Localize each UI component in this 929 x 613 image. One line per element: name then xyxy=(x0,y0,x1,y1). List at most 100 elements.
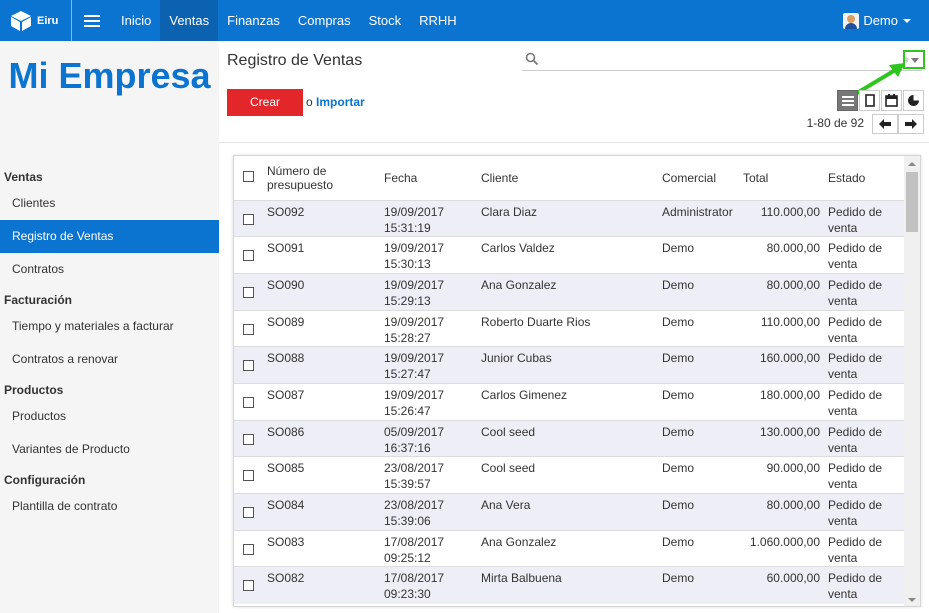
cell-total: 110.000,00 xyxy=(739,309,824,347)
graph-view-button[interactable] xyxy=(903,90,924,111)
cell-salesperson: Demo xyxy=(658,529,739,567)
sidebar-item[interactable]: Productos xyxy=(0,400,219,433)
view-switcher xyxy=(836,90,924,111)
column-header-salesperson[interactable]: Comercial xyxy=(658,156,739,200)
nav-item-rrhh[interactable]: RRHH xyxy=(410,0,466,41)
scroll-down-icon[interactable] xyxy=(908,598,916,602)
create-button[interactable]: Crear xyxy=(227,89,303,116)
nav-item-stock[interactable]: Stock xyxy=(360,0,411,41)
cell-number: SO086 xyxy=(263,419,380,457)
previous-page-button[interactable] xyxy=(872,114,898,134)
menu-toggle-icon[interactable] xyxy=(72,0,112,41)
column-header-status[interactable]: Estado xyxy=(824,156,904,200)
scroll-up-icon[interactable] xyxy=(908,162,916,166)
cell-total: 1.060.000,00 xyxy=(739,529,824,567)
scrollbar-thumb[interactable] xyxy=(906,172,918,232)
table-row[interactable]: SO089 19/09/2017 15:28:27 Roberto Duarte R… xyxy=(234,309,904,347)
cell-date: 17/08/2017 09:23:30 xyxy=(380,566,477,604)
cell-salesperson: Demo xyxy=(658,309,739,347)
next-page-button[interactable] xyxy=(898,114,924,134)
table-row[interactable]: SO088 19/09/2017 15:27:47 Junior Cubas Demo… xyxy=(234,346,904,384)
cell-client: Mirta Balbuena xyxy=(477,566,658,604)
pager-value[interactable]: 1-80 de 92 xyxy=(807,116,864,130)
table-row[interactable]: SO084 23/08/2017 15:39:06 Ana Vera Demo 80.0… xyxy=(234,493,904,531)
table-body: SO092 19/09/2017 15:31:19 Clara Diaz Admini… xyxy=(234,199,904,604)
row-checkbox[interactable] xyxy=(243,433,254,445)
search-icon xyxy=(525,52,539,66)
row-checkbox[interactable] xyxy=(243,470,254,482)
sidebar-item[interactable]: Clientes xyxy=(0,187,219,220)
nav-item-compras[interactable]: Compras xyxy=(289,0,360,41)
table-row[interactable]: SO091 19/09/2017 15:30:13 Carlos Valdez Dem… xyxy=(234,236,904,274)
form-icon xyxy=(864,94,875,107)
cell-client: Carlos Valdez xyxy=(477,236,658,274)
cell-total: 180.000,00 xyxy=(739,382,824,421)
nav-item-ventas[interactable]: Ventas xyxy=(160,0,219,41)
cell-number: SO085 xyxy=(263,456,380,494)
row-checkbox[interactable] xyxy=(243,360,254,372)
row-select-cell xyxy=(234,346,263,384)
form-view-button[interactable] xyxy=(859,90,880,111)
sidebar-item[interactable]: Contratos xyxy=(0,253,219,286)
sidebar-item[interactable]: Tiempo y materiales a facturar xyxy=(0,310,219,343)
cell-status: Pedido de venta xyxy=(824,566,904,604)
company-name: Mi Empresa xyxy=(8,55,211,96)
cell-salesperson: Administrator xyxy=(658,199,739,237)
main-content: Registro de Ventas Crear o Importar 1-80… xyxy=(219,41,929,613)
import-link[interactable]: Importar xyxy=(316,95,365,109)
row-select-cell xyxy=(234,529,263,567)
sidebar-item[interactable]: Contratos a renovar xyxy=(0,343,219,376)
row-checkbox[interactable] xyxy=(243,580,254,592)
sales-table: Número de presupuesto Fecha Cliente Come… xyxy=(234,156,904,604)
cell-client: Ana Gonzalez xyxy=(477,529,658,567)
row-checkbox[interactable] xyxy=(243,250,254,262)
table-row[interactable]: SO083 17/08/2017 09:25:12 Ana Gonzalez Demo… xyxy=(234,529,904,567)
row-checkbox[interactable] xyxy=(243,396,254,408)
sidebar-item[interactable]: Registro de Ventas xyxy=(0,220,219,253)
cell-salesperson: Demo xyxy=(658,566,739,604)
brand-logo[interactable]: Eiru xyxy=(0,0,72,41)
select-all-checkbox[interactable] xyxy=(243,170,254,182)
calendar-view-button[interactable] xyxy=(881,90,902,111)
sidebar-section-title: Configuración xyxy=(4,473,86,487)
cell-salesperson: Demo xyxy=(658,382,739,421)
row-checkbox[interactable] xyxy=(243,507,254,518)
table-row[interactable]: SO086 05/09/2017 16:37:16 Cool seed Demo 130… xyxy=(234,419,904,457)
sidebar-section-title: Productos xyxy=(4,383,64,397)
row-checkbox[interactable] xyxy=(243,543,254,555)
column-header-date[interactable]: Fecha xyxy=(380,156,477,200)
table-row[interactable]: SO082 17/08/2017 09:23:30 Mirta Balbuena De… xyxy=(234,566,904,604)
row-select-cell xyxy=(234,566,263,604)
table-row[interactable]: SO090 19/09/2017 15:29:13 Ana Gonzalez Demo… xyxy=(234,272,904,311)
nav-item-finanzas[interactable]: Finanzas xyxy=(218,0,289,41)
row-checkbox[interactable] xyxy=(243,323,254,335)
cell-total: 130.000,00 xyxy=(739,419,824,457)
nav-item-inicio[interactable]: Inicio xyxy=(112,0,160,41)
row-checkbox[interactable] xyxy=(243,286,254,298)
table-row[interactable]: SO092 19/09/2017 15:31:19 Clara Diaz Admini… xyxy=(234,199,904,237)
cell-date: 23/08/2017 15:39:06 xyxy=(380,493,477,531)
cell-status: Pedido de venta xyxy=(824,199,904,237)
cell-date: 05/09/2017 16:37:16 xyxy=(380,419,477,457)
cell-salesperson: Demo xyxy=(658,346,739,384)
arrow-left-icon xyxy=(879,119,891,129)
table-row[interactable]: SO085 23/08/2017 15:39:57 Cool seed Demo 90.… xyxy=(234,456,904,494)
table-row[interactable]: SO087 19/09/2017 15:26:47 Carlos Gimenez De… xyxy=(234,382,904,421)
cell-total: 160.000,00 xyxy=(739,346,824,384)
table-scrollbar[interactable] xyxy=(904,156,920,606)
cell-status: Pedido de venta xyxy=(824,272,904,311)
row-checkbox[interactable] xyxy=(243,213,254,225)
list-view-button[interactable] xyxy=(837,90,858,111)
sidebar-item[interactable]: Plantilla de contrato xyxy=(0,490,219,523)
column-header-client[interactable]: Cliente xyxy=(477,156,658,200)
row-select-cell xyxy=(234,236,263,274)
page-title: Registro de Ventas xyxy=(227,52,363,69)
user-menu[interactable]: Demo xyxy=(843,0,911,41)
sidebar-item[interactable]: Variantes de Producto xyxy=(0,433,219,466)
cell-status: Pedido de venta xyxy=(824,419,904,457)
column-header-total[interactable]: Total xyxy=(739,156,824,200)
cell-client: Ana Gonzalez xyxy=(477,272,658,311)
row-select-cell xyxy=(234,309,263,347)
column-header-number[interactable]: Número de presupuesto xyxy=(263,156,380,200)
cell-total: 80.000,00 xyxy=(739,236,824,274)
